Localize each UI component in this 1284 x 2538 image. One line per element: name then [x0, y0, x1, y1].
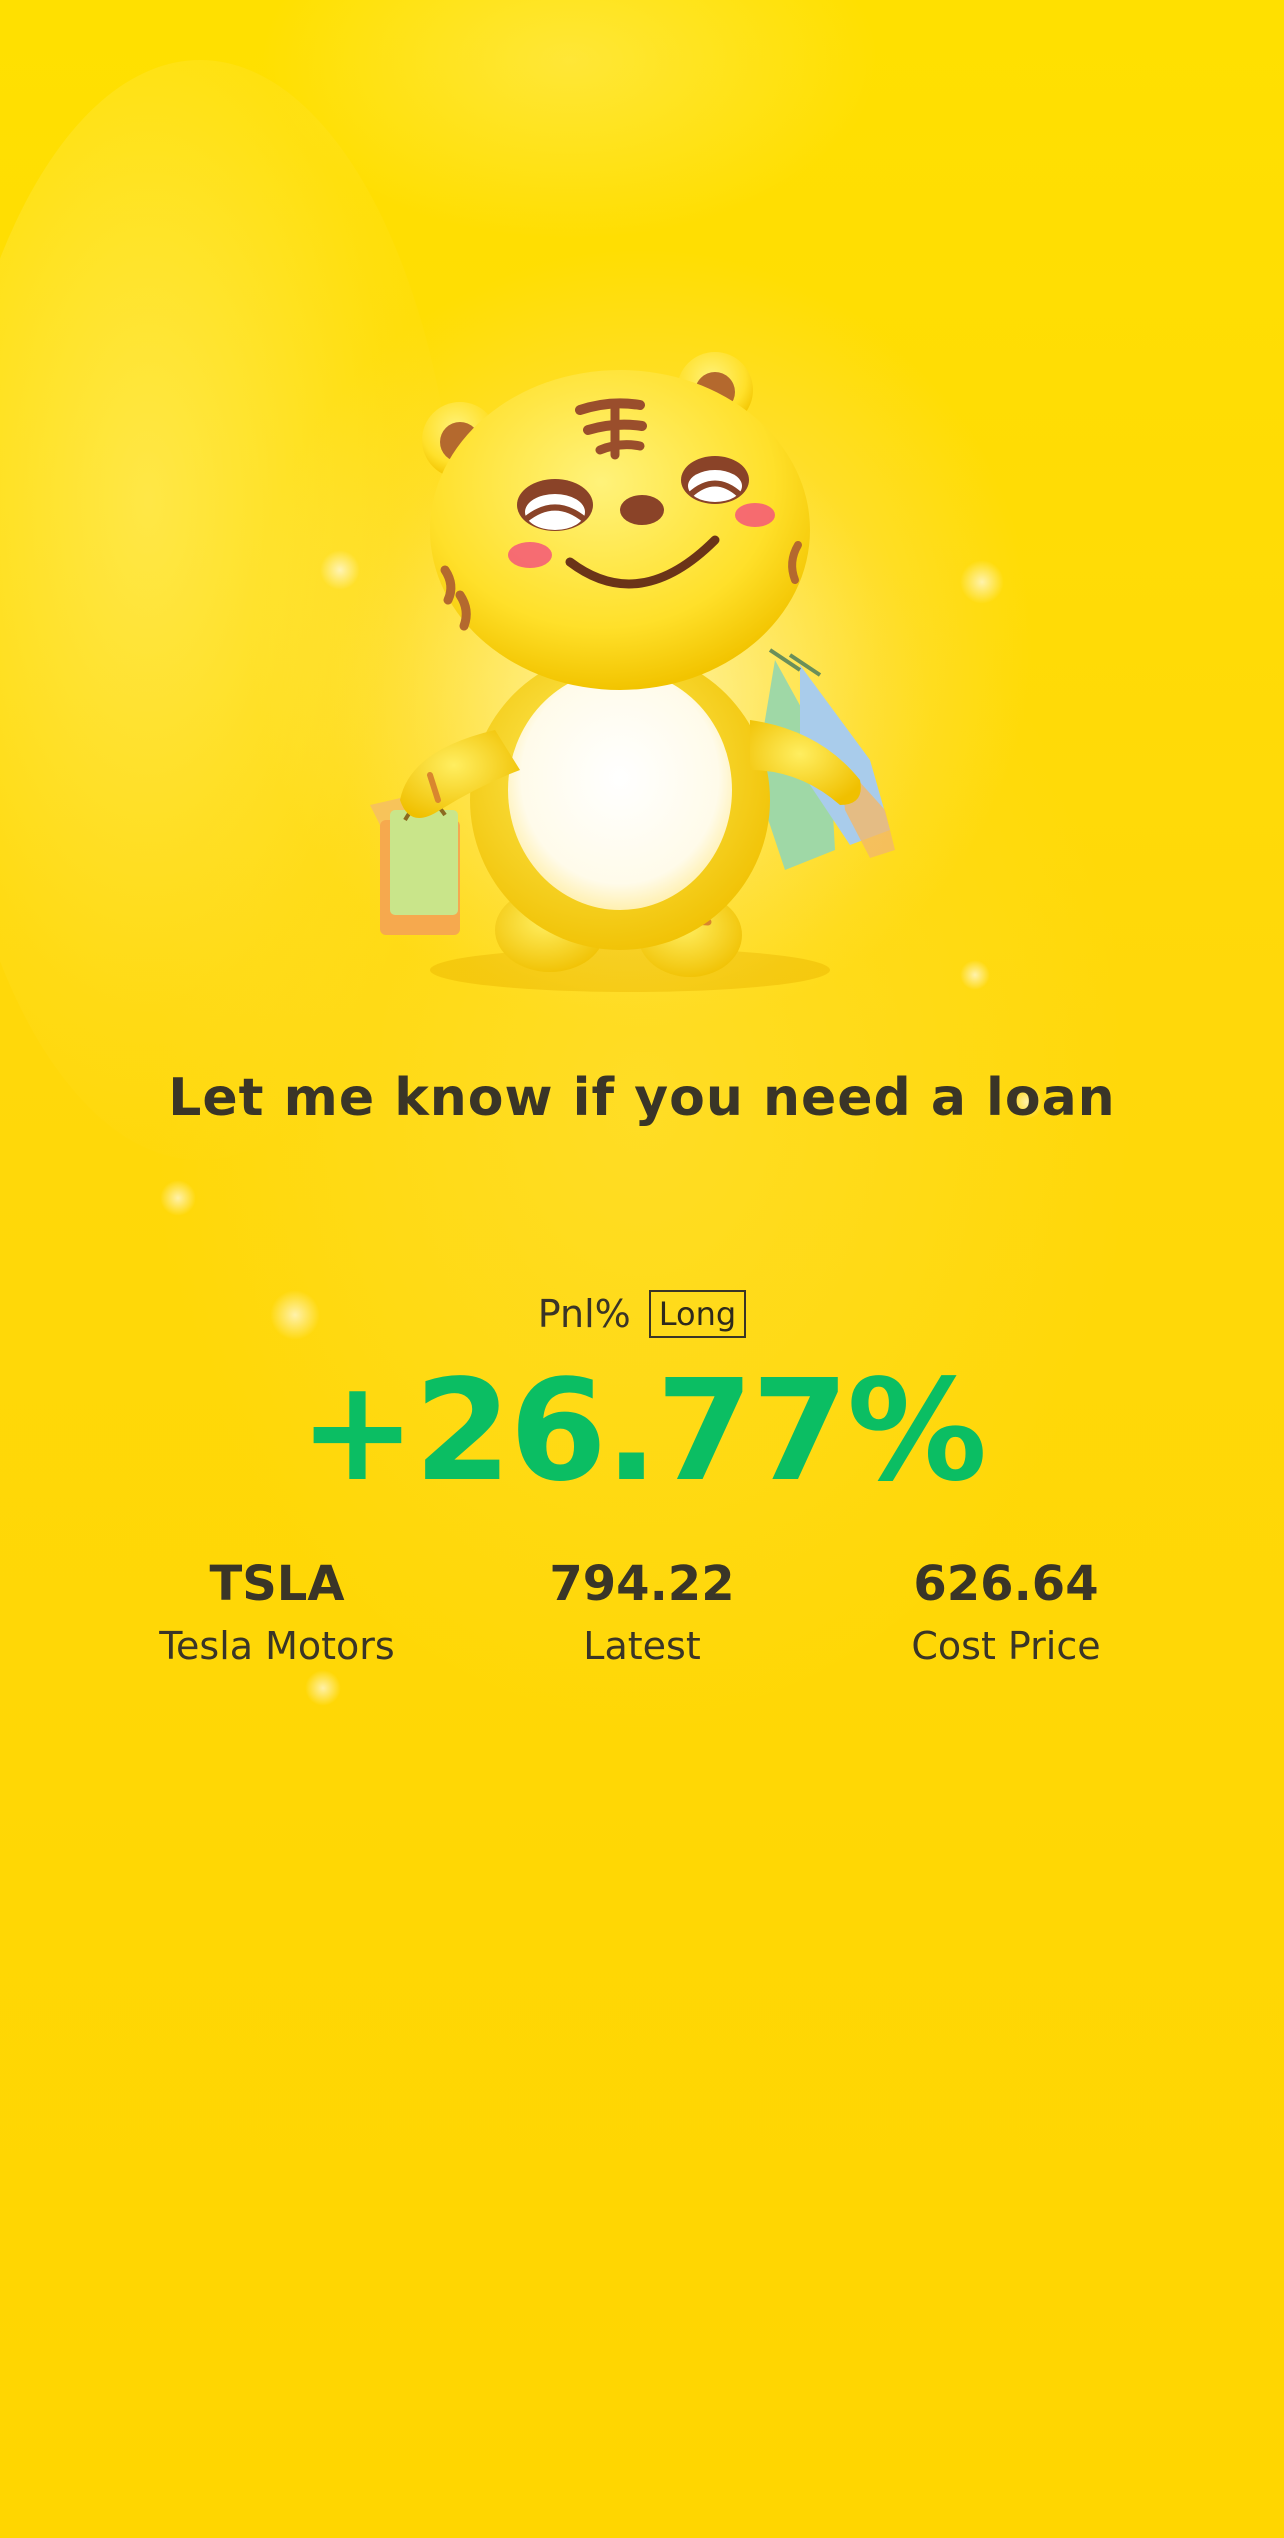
sparkle [960, 960, 990, 990]
cost-price: 626.64 [913, 1556, 1099, 1612]
stock-name: Tesla Motors [159, 1624, 395, 1668]
pnl-percentage: +26.77% [298, 1350, 987, 1513]
latest-price: 794.22 [549, 1556, 735, 1612]
latest-label: Latest [583, 1624, 701, 1668]
stat-latest: 794.22 Latest [462, 1550, 822, 1674]
tiger-mascot-icon [330, 352, 930, 1010]
position-direction-badge: Long [648, 1290, 747, 1338]
sparkle [960, 560, 1004, 604]
stat-cost: 626.64 Cost Price [826, 1550, 1186, 1674]
cost-price-label: Cost Price [911, 1624, 1101, 1668]
loan-slogan: Let me know if you need a loan [168, 1068, 1116, 1128]
pnl-label: Pnl% [537, 1292, 631, 1336]
stat-symbol: TSLA Tesla Motors [97, 1550, 457, 1674]
stock-symbol: TSLA [209, 1556, 345, 1612]
pnl-header: Pnl% Long [0, 1290, 1284, 1338]
sparkle [305, 1670, 341, 1706]
sparkle [160, 1180, 196, 1216]
